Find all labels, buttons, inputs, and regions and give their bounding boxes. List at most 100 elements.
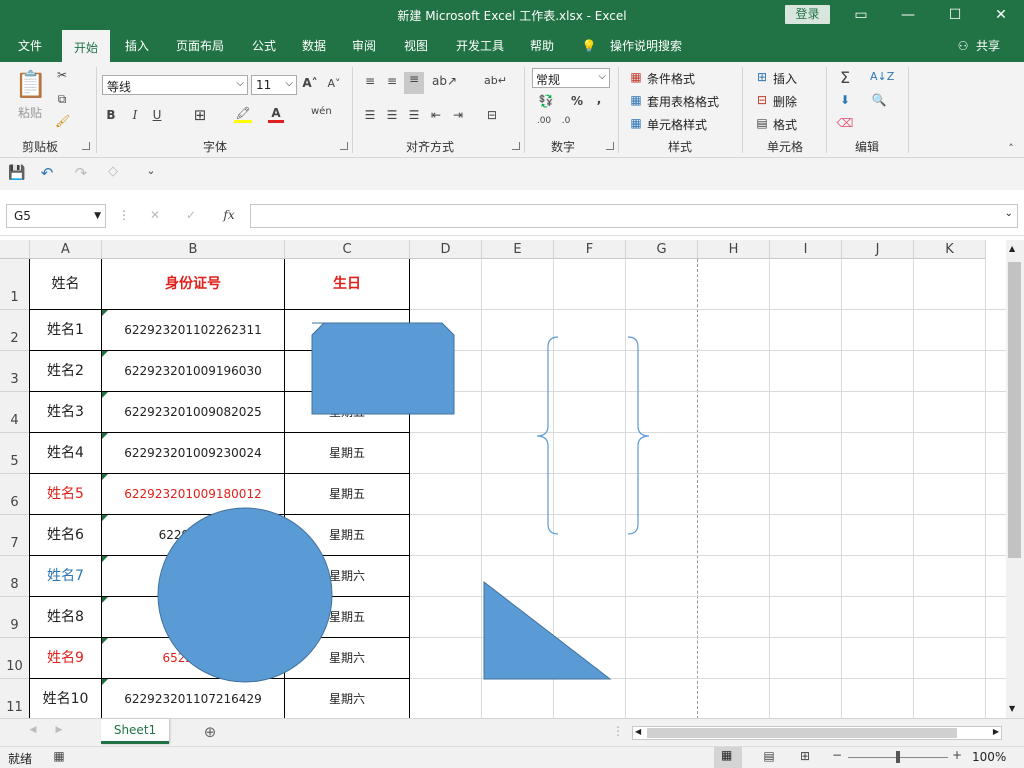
tab-home[interactable]: 开始 [62, 30, 110, 62]
row-header-9[interactable]: 9 [0, 597, 30, 638]
percent-icon[interactable]: % [570, 94, 584, 108]
collapse-ribbon-icon[interactable]: ˄ [1004, 142, 1018, 155]
id-cell[interactable]: 622923201009082025 [102, 392, 284, 432]
name-box[interactable]: G5 ▼ [6, 204, 106, 228]
macro-record-icon[interactable]: ▦ [52, 749, 66, 763]
tab-insert[interactable]: 插入 [116, 30, 158, 62]
horizontal-scroll-thumb[interactable] [647, 728, 957, 738]
cancel-icon[interactable]: ✕ [148, 208, 162, 222]
undo-icon[interactable]: ↶ [38, 164, 56, 182]
id-cell[interactable]: 622923201009230024 [102, 433, 284, 473]
page-layout-view-icon[interactable]: ▤ [762, 749, 776, 763]
scroll-left-icon[interactable]: ◀ [635, 727, 641, 736]
column-header-f[interactable]: F [554, 240, 626, 259]
close-button[interactable]: ✕ [978, 0, 1024, 30]
horizontal-scrollbar[interactable]: ◀ ▶ [632, 726, 1002, 740]
column-header-b[interactable]: B [102, 240, 285, 259]
column-header-e[interactable]: E [482, 240, 554, 259]
tab-formulas[interactable]: 公式 [244, 30, 284, 62]
zoom-in-icon[interactable]: + [952, 748, 962, 762]
align-right-icon[interactable]: ☰ [406, 108, 422, 122]
tab-developer[interactable]: 开发工具 [448, 30, 512, 62]
login-button[interactable]: 登录 [785, 5, 830, 24]
delete-cells-button[interactable]: 删除 [773, 93, 797, 110]
tell-me-search[interactable]: 操作说明搜索 [604, 30, 688, 62]
find-select-icon[interactable]: 🔍 [870, 93, 888, 107]
birthday-cell[interactable]: 星期六 [285, 638, 409, 678]
header-cell-birthday[interactable]: 生日 [285, 259, 409, 309]
row-header-8[interactable]: 8 [0, 556, 30, 597]
zoom-out-icon[interactable]: − [832, 748, 842, 762]
align-bottom-icon[interactable]: ≡ [404, 72, 424, 94]
row-header-5[interactable]: 5 [0, 433, 30, 474]
fill-icon[interactable]: ⬇ [836, 93, 854, 107]
id-cell[interactable]: 622923201009180012 [102, 474, 284, 514]
add-sheet-icon[interactable]: ⊕ [202, 723, 218, 741]
worksheet-grid[interactable]: A B C D E F G H I J K 1 2 3 4 5 6 7 8 9 10 11 姓名 身份证号 生日 姓名1 62292… [0, 240, 1006, 718]
id-cell[interactable]: 62292 [102, 597, 284, 637]
name-cell[interactable]: 姓名3 [30, 392, 101, 432]
formula-input[interactable]: ⌄ [250, 204, 1018, 228]
name-cell[interactable]: 姓名9 [30, 638, 101, 678]
select-all-corner[interactable] [0, 240, 30, 259]
minimize-button[interactable]: — [885, 0, 931, 30]
normal-view-button[interactable]: ▦ [714, 747, 742, 768]
birthday-cell[interactable]: 星期五 [285, 433, 409, 473]
expand-formula-icon[interactable]: ⌄ [1005, 208, 1013, 219]
insert-function-icon[interactable]: fx [220, 208, 238, 222]
id-cell[interactable]: 622923201102262311 [102, 310, 284, 350]
birthday-cell[interactable] [285, 310, 409, 350]
clipboard-launcher-icon[interactable] [82, 142, 90, 150]
id-cell[interactable]: 622923201107216429 [102, 679, 284, 718]
name-cell[interactable]: 姓名6 [30, 515, 101, 555]
decrease-indent-icon[interactable]: ⇤ [428, 108, 444, 122]
id-cell[interactable]: 62292 [102, 556, 284, 596]
align-top-icon[interactable]: ≡ [362, 74, 378, 88]
id-cell[interactable]: 65220120 [102, 638, 284, 678]
name-cell[interactable]: 姓名2 [30, 351, 101, 391]
enter-icon[interactable]: ✓ [184, 208, 198, 222]
scroll-up-icon[interactable]: ▲ [1009, 244, 1015, 253]
align-left-icon[interactable]: ☰ [362, 108, 378, 122]
row-header-10[interactable]: 10 [0, 638, 30, 679]
column-header-i[interactable]: I [770, 240, 842, 259]
column-header-d[interactable]: D [410, 240, 482, 259]
comma-icon[interactable]: , [594, 92, 604, 106]
next-sheet-icon[interactable]: ▶ [54, 725, 64, 735]
scroll-down-icon[interactable]: ▼ [1009, 704, 1015, 713]
alignment-launcher-icon[interactable] [512, 142, 520, 150]
name-cell[interactable]: 姓名7 [30, 556, 101, 596]
border-icon[interactable]: ⊞ [192, 106, 208, 124]
maximize-button[interactable]: ☐ [932, 0, 978, 30]
zoom-slider-thumb[interactable] [896, 751, 900, 763]
paste-label[interactable]: 粘贴 [18, 104, 42, 121]
increase-decimal-icon[interactable]: .00 [534, 116, 554, 126]
birthday-cell[interactable]: 星期五 [285, 515, 409, 555]
birthday-cell[interactable]: 星期六 [285, 556, 409, 596]
column-header-g[interactable]: G [626, 240, 698, 259]
name-cell[interactable]: 姓名10 [30, 679, 101, 718]
redo-icon[interactable]: ↷ [72, 164, 90, 182]
column-header-k[interactable]: K [914, 240, 986, 259]
fill-color-icon[interactable]: 🖍 [234, 106, 252, 123]
birthday-cell[interactable]: 星期五 [285, 474, 409, 514]
number-format-select[interactable]: 常规 ⌵ [532, 68, 610, 88]
row-header-3[interactable]: 3 [0, 351, 30, 392]
currency-icon[interactable]: 💱 [534, 94, 558, 108]
insert-cells-button[interactable]: 插入 [773, 70, 797, 87]
tab-page-layout[interactable]: 页面布局 [168, 30, 232, 62]
birthday-cell[interactable]: 星期六 [285, 679, 409, 718]
row-header-1[interactable]: 1 [0, 259, 30, 310]
shrink-font-icon[interactable]: A˅ [326, 77, 342, 90]
name-cell[interactable]: 姓名1 [30, 310, 101, 350]
name-cell[interactable]: 姓名5 [30, 474, 101, 514]
font-launcher-icon[interactable] [340, 142, 348, 150]
name-cell[interactable]: 姓名4 [30, 433, 101, 473]
paste-icon[interactable]: 📋 [14, 70, 48, 102]
sort-filter-icon[interactable]: A↓Z [870, 70, 894, 83]
tab-data[interactable]: 数据 [294, 30, 334, 62]
table-format-button[interactable]: 套用表格格式 [647, 93, 719, 110]
birthday-cell[interactable]: 星期五 [285, 392, 409, 432]
scroll-right-icon[interactable]: ▶ [993, 727, 999, 736]
customize-qat-icon[interactable]: ⌄ [144, 164, 158, 177]
